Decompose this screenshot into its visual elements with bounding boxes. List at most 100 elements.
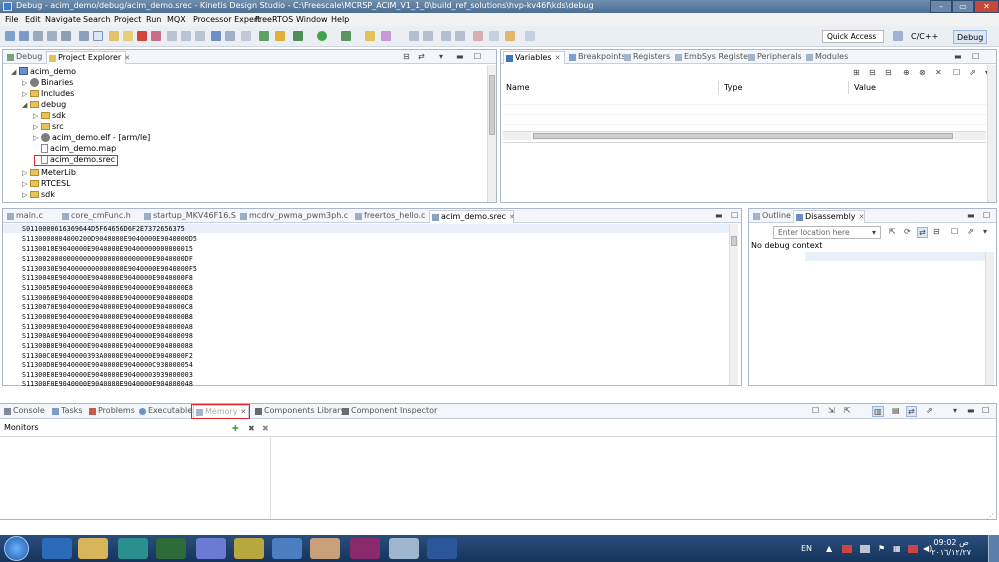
tab-mcdrv-pwma[interactable]: mcdrv_pwma_pwm3ph.c — [238, 210, 348, 222]
scroll-thumb[interactable] — [489, 75, 495, 135]
tab-peripherals[interactable]: Peripherals — [746, 51, 802, 63]
chrome-icon[interactable] — [156, 538, 186, 559]
network-icon[interactable]: ▦ — [893, 544, 901, 553]
start-button[interactable] — [4, 536, 29, 561]
tree-item-sdk[interactable]: ▷ sdk — [22, 189, 55, 200]
language-indicator[interactable]: EN — [801, 544, 812, 553]
tab-component-inspector[interactable]: Component Inspector — [340, 405, 437, 417]
properties-icon[interactable] — [61, 31, 71, 41]
link-icon[interactable] — [93, 31, 103, 41]
add-global-icon[interactable]: ⊕ — [903, 68, 910, 77]
tab-startup-s[interactable]: startup_MKV46F16.S — [142, 210, 236, 222]
open-folder-icon[interactable] — [365, 31, 375, 41]
tray-app-icon[interactable] — [842, 545, 852, 553]
collapse-all-icon[interactable]: ⊟ — [885, 68, 892, 77]
tab-embsys-registers[interactable]: EmbSys Registers — [673, 51, 756, 63]
close-tab-icon[interactable]: ✕ — [859, 213, 865, 221]
maximize-button[interactable]: ▭ — [952, 0, 974, 13]
media-player-icon[interactable] — [118, 538, 148, 559]
tab-freertos-hello[interactable]: freertos_hello.c — [353, 210, 425, 222]
maximize-view-icon[interactable]: ☐ — [983, 211, 990, 220]
new-view-icon[interactable]: ☐ — [951, 227, 958, 236]
tool-icon[interactable] — [389, 538, 419, 559]
tray-warning-icon[interactable] — [908, 545, 918, 553]
app-icon[interactable] — [196, 538, 226, 559]
toggle-mark-icon[interactable] — [409, 31, 419, 41]
tab-modules[interactable]: Modules — [804, 51, 848, 63]
disconnect-icon[interactable] — [151, 31, 161, 41]
debug-config-icon[interactable] — [293, 31, 303, 41]
pin-view-icon[interactable]: ⇗ — [969, 68, 976, 77]
tree-item-debug[interactable]: ◢ debug — [22, 99, 66, 110]
tab-problems[interactable]: Problems — [87, 405, 135, 417]
minimize-view-icon[interactable]: ▬ — [954, 52, 962, 61]
scroll-thumb[interactable] — [731, 236, 737, 246]
minimize-view-icon[interactable]: ▬ — [715, 211, 723, 220]
print-icon[interactable] — [47, 31, 57, 41]
drop-to-frame-icon[interactable] — [225, 31, 235, 41]
skip-breakpoints-icon[interactable] — [79, 31, 89, 41]
tab-console[interactable]: Console — [2, 405, 45, 417]
variables-h-scrollbar[interactable] — [503, 131, 986, 140]
go-to-pc-icon[interactable]: ⇱ — [889, 227, 896, 236]
expand-arrow-icon[interactable]: ◢ — [22, 100, 30, 111]
tab-disassembly[interactable]: Disassembly ✕ — [793, 210, 865, 223]
explorer-scrollbar[interactable] — [487, 65, 496, 202]
disassembly-scrollbar[interactable] — [985, 252, 994, 385]
toggle-type-names-icon[interactable]: ⊞ — [853, 68, 860, 77]
explorer-window-icon[interactable] — [272, 538, 302, 559]
monitors-splitter[interactable] — [270, 437, 271, 519]
view-menu-icon[interactable]: ▾ — [953, 406, 957, 415]
kds-icon[interactable] — [234, 538, 264, 559]
menu-file[interactable]: File — [5, 15, 18, 24]
terminate-icon[interactable] — [137, 31, 147, 41]
tab-variables[interactable]: Variables ✕ — [503, 51, 565, 64]
internet-explorer-icon[interactable] — [42, 538, 72, 559]
export-icon[interactable]: ⇱ — [844, 406, 851, 415]
minimize-view-icon[interactable]: ▬ — [967, 211, 975, 220]
tab-tasks[interactable]: Tasks — [50, 405, 82, 417]
tab-main-c[interactable]: main.c — [5, 210, 43, 222]
collapse-all-icon[interactable]: ⊟ — [403, 52, 410, 61]
external-tools-icon[interactable] — [341, 31, 351, 41]
show-desktop-button[interactable] — [988, 535, 999, 562]
file-explorer-icon[interactable] — [78, 538, 108, 559]
suspend-icon[interactable] — [123, 31, 133, 41]
tab-executables[interactable]: Executables — [137, 405, 196, 417]
location-dropdown-icon[interactable]: ▾ — [872, 228, 876, 237]
close-tab-icon[interactable]: ✕ — [124, 54, 130, 62]
application-icon[interactable] — [310, 538, 340, 559]
tree-item-meterlib[interactable]: ▷ MeterLib — [22, 167, 76, 178]
save-all-icon[interactable] — [33, 31, 43, 41]
tab-breakpoints[interactable]: Breakpoints — [567, 51, 626, 63]
perspective-cpp[interactable]: C/C++ — [908, 30, 941, 44]
tree-item-binaries[interactable]: ▷ Binaries — [22, 77, 73, 88]
link-editor-icon[interactable]: ⇄ — [418, 52, 425, 61]
variables-scrollbar[interactable] — [987, 65, 996, 202]
save-icon[interactable] — [19, 31, 29, 41]
editor-scrollbar[interactable] — [729, 224, 738, 385]
tab-registers[interactable]: Registers — [622, 51, 670, 63]
tab-debug[interactable]: Debug — [5, 51, 42, 63]
build-icon[interactable] — [259, 31, 269, 41]
tree-item-sdk-debug[interactable]: ▷ sdk — [33, 110, 66, 121]
add-monitor-icon[interactable]: ✚ — [232, 424, 239, 433]
menu-freertos[interactable]: FreeRTOS — [255, 15, 293, 24]
menu-project[interactable]: Project — [114, 15, 141, 24]
menu-search[interactable]: Search — [83, 15, 110, 24]
winrar-icon[interactable] — [350, 538, 380, 559]
scroll-thumb[interactable] — [533, 133, 953, 139]
tab-core-cmfunc-h[interactable]: core_cmFunc.h — [60, 210, 131, 222]
open-perspective-icon[interactable] — [893, 31, 903, 41]
resize-grip-icon[interactable]: ⋰ — [986, 512, 994, 521]
tab-project-explorer[interactable]: Project Explorer ✕ — [46, 51, 130, 64]
menu-help[interactable]: Help — [331, 15, 349, 24]
tab-outline[interactable]: Outline — [751, 210, 791, 222]
show-logical-icon[interactable]: ⊟ — [869, 68, 876, 77]
close-tab-icon[interactable]: ✕ — [555, 54, 561, 62]
back-arrow-icon[interactable] — [505, 31, 515, 41]
restart-icon[interactable] — [241, 31, 251, 41]
menu-mqx[interactable]: MQX — [167, 15, 186, 24]
show-source-icon[interactable]: ⊟ — [933, 227, 940, 236]
last-edit-icon[interactable] — [473, 31, 483, 41]
